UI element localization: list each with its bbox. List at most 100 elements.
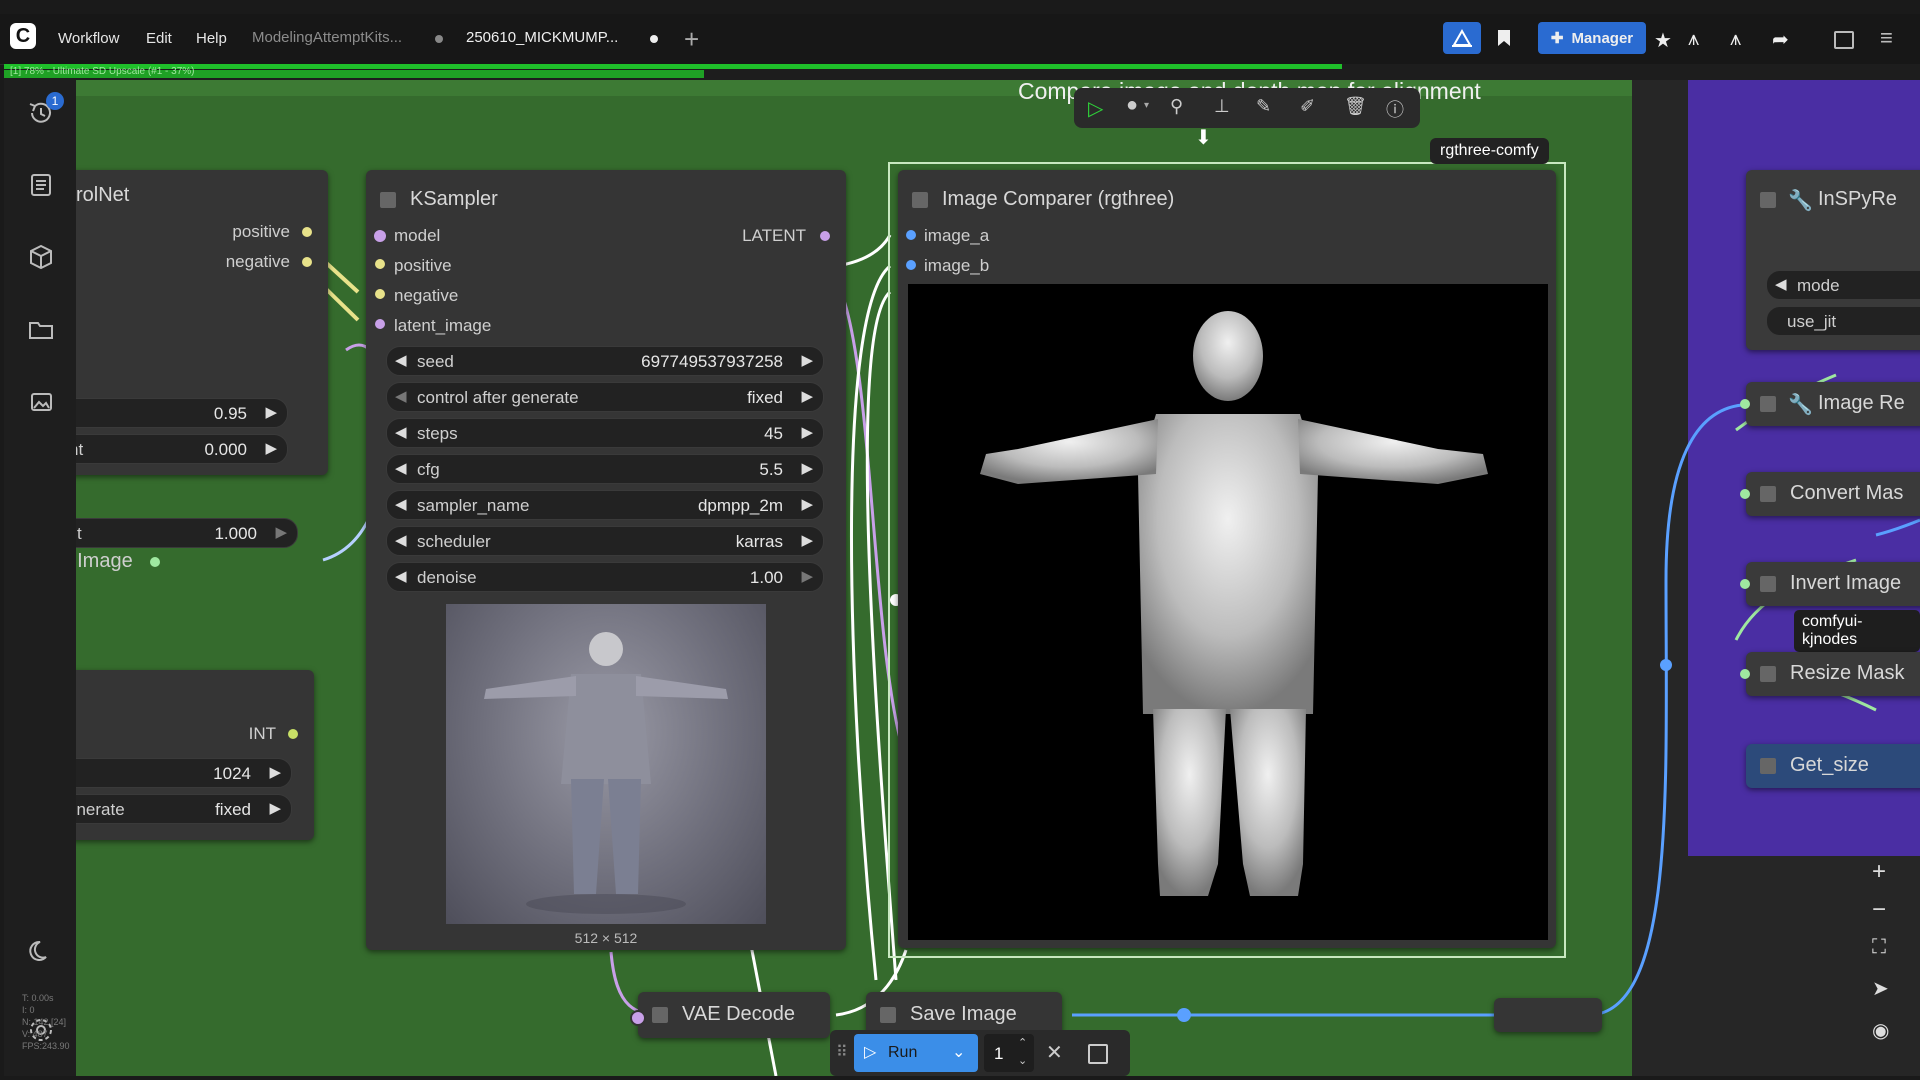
right-node-resize-mask[interactable]: Resize Mask xyxy=(1740,652,1920,696)
panel-toggle-icon[interactable] xyxy=(1834,31,1854,49)
mode-widget[interactable]: ◀ mode xyxy=(1766,270,1920,300)
manager-button[interactable]: ✚ Manager xyxy=(1538,22,1646,54)
pencil-icon[interactable]: ✐ xyxy=(1300,96,1315,117)
right-node-inspyre[interactable]: 🔧 InSPyRe ◀ mode use_jit xyxy=(1746,170,1920,350)
graph-canvas[interactable]: Compare image and depth map for alignmen… xyxy=(76,80,1920,1076)
node-collapse-toggle[interactable] xyxy=(1760,576,1776,592)
output-positive-dot[interactable] xyxy=(302,227,312,237)
zoom-out-icon[interactable]: − xyxy=(1872,896,1886,924)
right-node-invert-image[interactable]: Invert Image xyxy=(1740,562,1920,606)
node-collapse-toggle[interactable] xyxy=(380,192,396,208)
seed-widget[interactable]: ◀ seed 697749537937258 ▶ xyxy=(386,346,824,376)
increment-arrow-icon[interactable]: ▶ xyxy=(801,423,813,441)
model-library-icon[interactable] xyxy=(26,242,56,272)
tab-active-workflow[interactable]: 250610_MICKMUMP... xyxy=(466,29,618,46)
input-model-dot[interactable] xyxy=(374,230,386,242)
ksampler-node[interactable]: KSampler model positive negative latent_… xyxy=(366,170,846,950)
share-icon[interactable]: ⩚ xyxy=(1688,28,1699,51)
input-image-dot[interactable] xyxy=(150,557,160,567)
start-percent-widget[interactable]: nt 0.000 ▶ xyxy=(76,434,288,464)
increment-arrow-icon[interactable]: ▶ xyxy=(801,531,813,549)
increment-arrow-icon[interactable]: ▶ xyxy=(265,403,277,421)
tab-modeling[interactable]: ModelingAttemptKits... xyxy=(252,29,402,46)
delete-icon[interactable]: 🗑 xyxy=(1344,96,1367,117)
controlnet-node[interactable]: rolNet positive negative 0.95 ▶ nt 0.000… xyxy=(76,170,328,475)
input-latent-dot[interactable] xyxy=(375,319,385,329)
color-picker-icon[interactable]: ● xyxy=(1126,94,1138,117)
menu-icon[interactable]: ≡ xyxy=(1880,25,1893,51)
output-latent-dot[interactable] xyxy=(820,231,830,241)
drag-handle-icon[interactable]: ⠿ xyxy=(836,1042,848,1062)
bypass-icon[interactable]: ⚲ xyxy=(1170,96,1183,117)
use-jit-widget[interactable]: use_jit xyxy=(1766,306,1920,336)
comparison-image[interactable] xyxy=(908,284,1548,940)
denoise-widget[interactable]: ◀ denoise 1.00 ▶ xyxy=(386,562,824,592)
input-dot[interactable] xyxy=(1740,669,1750,679)
increment-arrow-icon[interactable]: ▶ xyxy=(801,351,813,369)
image-comparer-node[interactable]: Image Comparer (rgthree) image_a image_b xyxy=(898,170,1556,948)
share-alt-icon[interactable]: ⩚ xyxy=(1730,28,1741,51)
navigate-icon[interactable]: ➤ xyxy=(1872,976,1889,1001)
right-node-convert-mask[interactable]: Convert Mas xyxy=(1740,472,1920,516)
input-image-a-dot[interactable] xyxy=(906,230,916,240)
app-logo[interactable]: C xyxy=(10,23,36,49)
increment-arrow-icon[interactable]: ▶ xyxy=(801,567,813,585)
edit-icon[interactable]: ✎ xyxy=(1256,96,1271,117)
output-int-dot[interactable] xyxy=(288,729,298,739)
bookmark-icon[interactable] xyxy=(1487,22,1521,54)
input-dot[interactable] xyxy=(630,1010,646,1026)
new-tab-icon[interactable]: + xyxy=(684,24,699,55)
chevron-down-icon[interactable]: ⌄ xyxy=(952,1042,965,1062)
sampler-name-widget[interactable]: ◀ sampler_name dpmpp_2m ▶ xyxy=(386,490,824,520)
right-node-image-resize[interactable]: 🔧 Image Re xyxy=(1740,382,1920,426)
star-icon[interactable]: ★ xyxy=(1654,28,1672,53)
menu-edit[interactable]: Edit xyxy=(146,30,172,47)
run-button[interactable]: ▷ Run ⌄ xyxy=(854,1034,978,1072)
increment-arrow-icon[interactable]: ▶ xyxy=(269,799,281,817)
input-negative-dot[interactable] xyxy=(375,289,385,299)
cancel-icon[interactable]: ✕ xyxy=(1046,1040,1063,1065)
increment-arrow-icon[interactable]: ▶ xyxy=(801,495,813,513)
increment-arrow-icon[interactable]: ▶ xyxy=(275,523,287,541)
workflows-folder-icon[interactable] xyxy=(26,314,56,344)
run-node-icon[interactable]: ▷ xyxy=(1088,96,1103,121)
scheduler-widget[interactable]: ◀ scheduler karras ▶ xyxy=(386,526,824,556)
node-library-icon[interactable] xyxy=(26,170,56,200)
input-image-b-dot[interactable] xyxy=(906,260,916,270)
control-after-generate-widget[interactable]: ◀ control after generate fixed ▶ xyxy=(386,382,824,412)
decrement-arrow-icon[interactable]: ◀ xyxy=(395,567,407,585)
decrement-arrow-icon[interactable]: ◀ xyxy=(1775,275,1787,293)
theme-moon-icon[interactable] xyxy=(26,936,56,966)
node-collapse-toggle[interactable] xyxy=(1760,758,1776,774)
node-collapse-toggle[interactable] xyxy=(652,1007,668,1023)
cfg-widget[interactable]: ◀ cfg 5.5 ▶ xyxy=(386,454,824,484)
visibility-eye-icon[interactable]: ◉ xyxy=(1872,1018,1889,1043)
increment-arrow-icon[interactable]: ▶ xyxy=(265,439,277,457)
value-widget[interactable]: 1024 ▶ xyxy=(76,758,292,788)
stop-icon[interactable] xyxy=(1088,1044,1108,1064)
node-collapse-toggle[interactable] xyxy=(1760,192,1776,208)
decrement-arrow-icon[interactable]: ◀ xyxy=(395,495,407,513)
decrement-arrow-icon[interactable]: ◀ xyxy=(395,459,407,477)
right-node-get-size[interactable]: Get_size xyxy=(1746,744,1920,788)
batch-count-input[interactable]: 1 ⌃ ⌄ xyxy=(984,1034,1034,1072)
node-collapse-toggle[interactable] xyxy=(880,1007,896,1023)
chevron-down-icon[interactable]: ▾ xyxy=(1144,100,1149,111)
pin-icon[interactable]: ⊥ xyxy=(1214,96,1230,117)
fit-view-icon[interactable]: ⛶ xyxy=(1872,936,1886,959)
vae-decode-node[interactable]: VAE Decode xyxy=(630,992,830,1038)
steps-widget[interactable]: ◀ steps 45 ▶ xyxy=(386,418,824,448)
increment-arrow-icon[interactable]: ▶ xyxy=(801,459,813,477)
end-percent-widget[interactable]: t 1.000 ▶ xyxy=(76,518,298,548)
output-negative-dot[interactable] xyxy=(302,257,312,267)
stepper-down-icon[interactable]: ⌄ xyxy=(1018,1054,1027,1067)
stepper-up-icon[interactable]: ⌃ xyxy=(1018,1036,1027,1049)
control-after-generate-widget[interactable]: enerate fixed ▶ xyxy=(76,794,292,824)
menu-workflow[interactable]: Workflow xyxy=(58,30,119,47)
input-dot[interactable] xyxy=(1740,399,1750,409)
increment-arrow-icon[interactable]: ▶ xyxy=(801,387,813,405)
node-collapse-toggle[interactable] xyxy=(1760,666,1776,682)
forward-icon[interactable]: ➦ xyxy=(1772,27,1789,52)
queue-icon[interactable] xyxy=(1443,22,1481,54)
input-dot[interactable] xyxy=(1740,579,1750,589)
